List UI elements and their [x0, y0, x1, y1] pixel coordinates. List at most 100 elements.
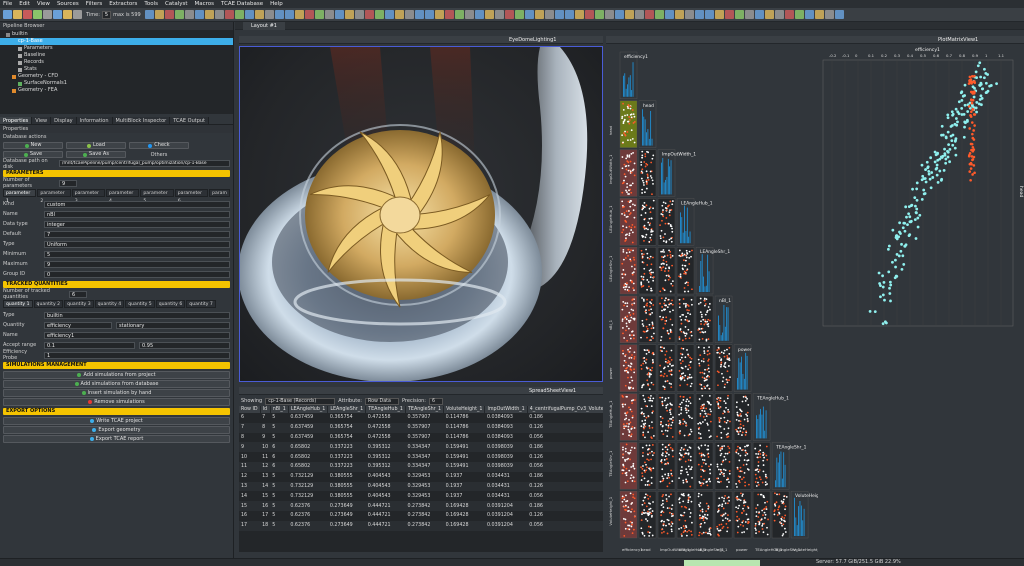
scatter-cell[interactable]	[619, 344, 638, 392]
scatter-cell[interactable]	[657, 442, 676, 490]
toolbar-icon[interactable]	[714, 10, 724, 19]
toolbar-icon[interactable]	[734, 10, 744, 19]
quantity-tab[interactable]: quantity 1	[3, 300, 33, 308]
new-button[interactable]: New	[3, 142, 63, 149]
menu-item[interactable]: Filters	[86, 1, 103, 7]
simulation-button[interactable]: Remove simulations	[3, 398, 230, 406]
save-as-button[interactable]: Save As	[66, 151, 126, 158]
scatter-cell[interactable]	[714, 442, 733, 490]
pipeline-item[interactable]: builtin	[0, 31, 233, 38]
scatter-cell[interactable]	[676, 442, 695, 490]
column-header[interactable]: LEAngleHub_1	[288, 406, 329, 413]
toolbar-icon[interactable]	[384, 10, 394, 19]
scatter-cell[interactable]	[676, 246, 695, 295]
table-row[interactable]: 14 15 5 0.732129 0.380555 0.404543 0.329453 0.1…	[239, 491, 603, 501]
toolbar-icon[interactable]	[604, 10, 614, 19]
toolbar-icon[interactable]	[334, 10, 344, 19]
scatter-cell[interactable]	[695, 393, 714, 441]
scatter-cell[interactable]	[619, 100, 638, 148]
toolbar-icon[interactable]	[764, 10, 774, 19]
toolbar-icon[interactable]	[664, 10, 674, 19]
scatter-cell[interactable]	[676, 491, 695, 539]
precision-spinbox[interactable]: 6	[429, 397, 443, 405]
db-path-field[interactable]: /mnt/tcaePipeline/pump/centrifugal_pump/…	[59, 160, 230, 167]
quantity-select[interactable]: efficiency	[44, 321, 112, 329]
parameter-tab[interactable]: parameter 6	[174, 189, 209, 204]
scatter-cell[interactable]	[619, 295, 638, 343]
scatter-cell[interactable]	[619, 246, 638, 295]
toolbar-icon[interactable]	[254, 10, 264, 19]
spreadsheet-view[interactable]: Showing cp-1-Base (Records) Attribute: R…	[239, 396, 603, 552]
pipeline-item[interactable]: SurfaceNormals1	[0, 80, 233, 87]
toolbar-icon[interactable]	[23, 10, 32, 19]
toolbar-icon[interactable]	[724, 10, 734, 19]
parameter-field-value[interactable]: Uniform	[44, 240, 230, 248]
toolbar-icon[interactable]	[154, 10, 164, 19]
quantity-tab[interactable]: quantity 4	[94, 300, 125, 308]
load-button[interactable]: Load	[66, 142, 126, 149]
toolbar-icon[interactable]	[644, 10, 654, 19]
parameter-tab[interactable]: parameter 2	[37, 189, 71, 204]
toolbar-icon[interactable]	[294, 10, 304, 19]
parameter-field-value[interactable]: 5	[44, 250, 230, 258]
toolbar-icon[interactable]	[754, 10, 764, 19]
toolbar-icon[interactable]	[364, 10, 374, 19]
parameter-field-value[interactable]: integer	[44, 220, 230, 228]
render-view-3d[interactable]	[239, 46, 603, 382]
toolbar-icon[interactable]	[504, 10, 514, 19]
simulation-button[interactable]: Add simulations from database	[3, 380, 230, 388]
parameters-section[interactable]: PARAMETERS	[3, 170, 230, 177]
time-field[interactable]: 5	[101, 10, 112, 19]
toolbar-icon[interactable]	[164, 10, 174, 19]
parameter-field-value[interactable]: 9	[44, 260, 230, 268]
scatter-plot-matrix[interactable]: efficiency1 head ImpOutWidth_1 LEAngleHub_1…	[606, 46, 829, 554]
pipeline-item[interactable]: Geometry - FEA	[0, 87, 233, 94]
toolbar-icon[interactable]	[454, 10, 464, 19]
scatter-cell[interactable]	[619, 491, 638, 539]
menu-item[interactable]: Sources	[57, 1, 79, 7]
panel-tab[interactable]: TCAE Output	[170, 117, 210, 124]
panel-tab[interactable]: View	[32, 117, 52, 124]
toolbar-icon[interactable]	[704, 10, 714, 19]
toolbar-icon[interactable]	[824, 10, 834, 19]
toolbar-icon[interactable]	[13, 10, 22, 19]
toolbar-icon[interactable]	[284, 10, 294, 19]
check-button[interactable]: Check	[129, 142, 189, 149]
scatter-cell[interactable]	[714, 344, 733, 392]
menu-item[interactable]: Catalyst	[165, 1, 188, 7]
menu-item[interactable]: Extractors	[109, 1, 137, 7]
toolbar-icon[interactable]	[634, 10, 644, 19]
column-header[interactable]: 4_centrifugalPump_Cv3_VoluteEx	[527, 406, 603, 413]
table-row[interactable]: 12 13 5 0.732129 0.380555 0.404543 0.329453 0.1…	[239, 472, 603, 482]
scatter-cell[interactable]	[771, 491, 790, 539]
scatter-cell[interactable]	[638, 198, 657, 246]
toolbar-icon[interactable]	[314, 10, 324, 19]
parameter-field-value[interactable]: 0	[44, 270, 230, 278]
table-row[interactable]: 10 11 6 0.65802 0.337223 0.395312 0.334347 0.15…	[239, 452, 603, 462]
toolbar-icon[interactable]	[464, 10, 474, 19]
scatter-cell[interactable]	[733, 393, 752, 441]
quantity-tab[interactable]: quantity 7	[186, 300, 216, 308]
scatter-cell[interactable]	[638, 491, 657, 539]
simulations-section[interactable]: SIMULATIONS MANAGEMENT	[3, 362, 230, 369]
pipeline-item[interactable]: Baseline	[0, 52, 233, 59]
column-header[interactable]: Id	[260, 406, 271, 413]
tracked-quantities-section[interactable]: TRACKED QUANTITIES	[3, 281, 230, 288]
layout-tab[interactable]: Layout #1	[243, 22, 285, 30]
toolbar-icon[interactable]	[304, 10, 314, 19]
toolbar-icon[interactable]	[594, 10, 604, 19]
tracked-count-field[interactable]: 6	[69, 290, 87, 298]
toolbar-icon[interactable]	[43, 10, 52, 19]
scatter-cell[interactable]	[714, 393, 733, 441]
table-row[interactable]: 7 8 5 0.637459 0.365754 0.472558 0.357907 0.114…	[239, 422, 603, 433]
scatter-cell[interactable]	[638, 393, 657, 441]
toolbar-icon[interactable]	[144, 10, 154, 19]
scatter-cell[interactable]	[619, 393, 638, 441]
pipeline-item[interactable]: Geometry - CFD	[0, 73, 233, 80]
menu-item[interactable]: Macros	[195, 1, 215, 7]
scatter-cell[interactable]	[657, 393, 676, 441]
showing-select[interactable]: cp-1-Base (Records)	[265, 397, 336, 405]
scatter-cell[interactable]	[714, 491, 733, 539]
quantity-tab[interactable]: quantity 6	[155, 300, 186, 308]
toolbar-icon[interactable]	[694, 10, 704, 19]
